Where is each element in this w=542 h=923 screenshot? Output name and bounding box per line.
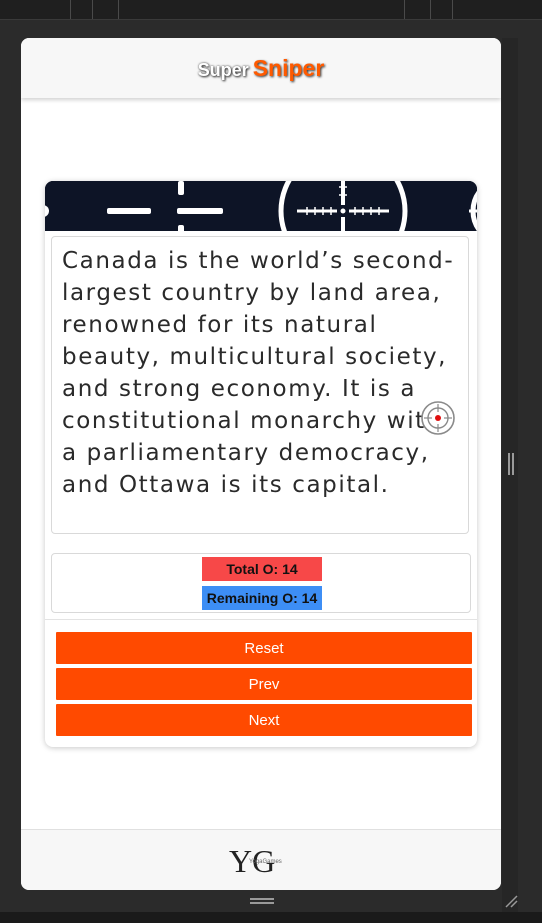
next-button[interactable]: Next [56, 704, 472, 736]
game-viewport: Super Sniper Canada is the world’s secon… [21, 38, 501, 890]
total-count-badge: Total O: 14 [202, 557, 322, 581]
divider [45, 619, 477, 620]
editor-top-bar [0, 0, 542, 20]
crosshair-icon[interactable] [421, 401, 455, 435]
app-header: Super Sniper [21, 38, 501, 98]
right-panel-strip [502, 38, 518, 912]
brand-sniper: Sniper [252, 55, 325, 81]
remaining-count-badge: Remaining O: 14 [202, 586, 322, 610]
logo-text: YogaGames [249, 859, 282, 865]
resize-grip-icon[interactable] [504, 894, 518, 908]
panel-resize-handle[interactable] [508, 453, 514, 475]
brand-super: Super [197, 60, 249, 80]
toolbar-divider [92, 0, 93, 19]
game-card: Canada is the world’s second-largest cou… [45, 181, 477, 747]
toolbar-divider [70, 0, 71, 19]
toolbar-divider [430, 0, 431, 19]
toolbar-divider [404, 0, 405, 19]
prev-button[interactable]: Prev [56, 668, 472, 700]
toolbar-divider [452, 0, 453, 19]
editor-bottom-bar [0, 912, 542, 923]
score-panel: Total O: 14 Remaining O: 14 [51, 553, 471, 613]
reset-button[interactable]: Reset [56, 632, 472, 664]
toolbar-divider [118, 0, 119, 19]
passage-box[interactable]: Canada is the world’s second-largest cou… [51, 236, 469, 534]
app-footer: YG YogaGames [21, 829, 501, 890]
passage-text[interactable]: Canada is the world’s second-largest cou… [62, 245, 458, 501]
yogagames-logo: YG YogaGames [229, 843, 282, 878]
bottom-resize-handle[interactable] [250, 898, 274, 904]
scope-reticle-banner [45, 181, 477, 231]
